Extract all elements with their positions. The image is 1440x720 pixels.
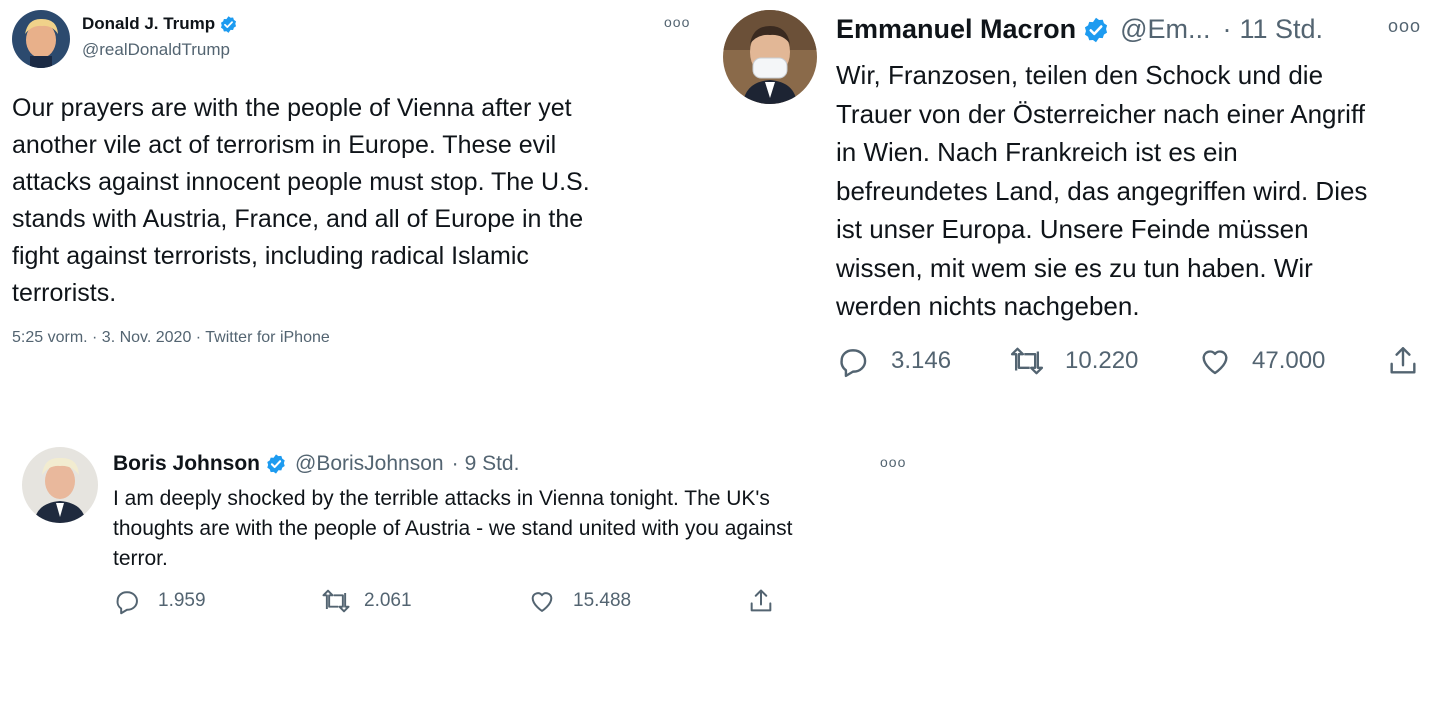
like-count: 15.488 <box>573 590 632 611</box>
tweet-text: Our prayers are with the people of Vienn… <box>12 94 590 307</box>
retweet-icon <box>1010 347 1044 375</box>
avatar[interactable] <box>12 10 70 68</box>
reply-button[interactable]: 1.959 <box>113 587 320 615</box>
avatar[interactable] <box>22 447 98 523</box>
author-handle[interactable]: @BorisJohnson <box>295 452 444 476</box>
author-handle[interactable]: @realDonaldTrump <box>82 40 230 59</box>
retweet-button[interactable]: 2.061 <box>320 587 528 615</box>
tweet-timestamp[interactable]: 5:25 vorm. · 3. Nov. 2020 · Twitter for … <box>12 329 330 347</box>
like-button[interactable]: 47.000 <box>1198 344 1386 378</box>
share-button[interactable] <box>1386 344 1420 378</box>
reply-count: 3.146 <box>891 347 952 374</box>
tweet-text: Wir, Franzosen, teilen den Schock und di… <box>836 60 1368 321</box>
heart-icon <box>531 592 553 612</box>
author-name[interactable]: Emmanuel Macron <box>836 14 1076 45</box>
retweet-count: 10.220 <box>1065 347 1139 374</box>
tweet-time[interactable]: 11 Std. <box>1239 14 1323 45</box>
separator-dot: · <box>1222 14 1232 44</box>
author-row: Donald J. Trump <box>82 14 238 34</box>
tweet-time[interactable]: 9 Std. <box>465 452 520 476</box>
tweet-johnson[interactable]: Boris Johnson @BorisJohnson · 9 Std. ooo… <box>0 430 920 630</box>
avatar-image <box>22 447 98 523</box>
reply-icon <box>840 349 867 378</box>
author-row: Boris Johnson @BorisJohnson · 9 Std. <box>113 452 519 476</box>
retweet-icon <box>322 589 350 613</box>
action-bar: 3.146 10.220 47.000 <box>836 344 1420 378</box>
tweet-macron[interactable]: Emmanuel Macron @Em... · 11 Std. ooo Wir… <box>700 0 1440 400</box>
action-bar: 1.959 2.061 15.488 <box>113 587 775 615</box>
reply-count: 1.959 <box>158 590 206 611</box>
avatar-image <box>723 10 817 104</box>
more-options-icon[interactable]: ooo <box>664 14 690 30</box>
more-options-icon[interactable]: ooo <box>880 454 906 470</box>
author-handle[interactable]: @Em... <box>1120 14 1210 45</box>
share-button[interactable] <box>747 587 775 615</box>
reply-button[interactable]: 3.146 <box>836 344 1008 378</box>
author-row: Emmanuel Macron @Em... · 11 Std. <box>836 14 1323 45</box>
verified-badge-icon <box>1084 17 1108 42</box>
like-button[interactable]: 15.488 <box>528 587 747 615</box>
retweet-count: 2.061 <box>364 590 412 611</box>
tweet-trump[interactable]: Donald J. Trump @realDonaldTrump ooo Our… <box>0 0 700 380</box>
verified-badge-icon <box>221 15 237 33</box>
retweet-button[interactable]: 10.220 <box>1008 344 1198 378</box>
avatar-image <box>12 10 70 68</box>
tweet-text: I am deeply shocked by the terrible atta… <box>113 487 793 570</box>
avatar[interactable] <box>723 10 817 104</box>
separator-dot: · <box>451 452 459 475</box>
like-count: 47.000 <box>1252 347 1326 374</box>
share-icon <box>1390 347 1416 374</box>
more-options-icon[interactable]: ooo <box>1388 16 1421 37</box>
author-name[interactable]: Donald J. Trump <box>82 14 215 34</box>
heart-icon <box>1202 350 1228 375</box>
reply-icon <box>116 591 138 615</box>
share-icon <box>750 589 772 612</box>
verified-badge-icon <box>267 454 285 474</box>
author-name[interactable]: Boris Johnson <box>113 452 260 476</box>
